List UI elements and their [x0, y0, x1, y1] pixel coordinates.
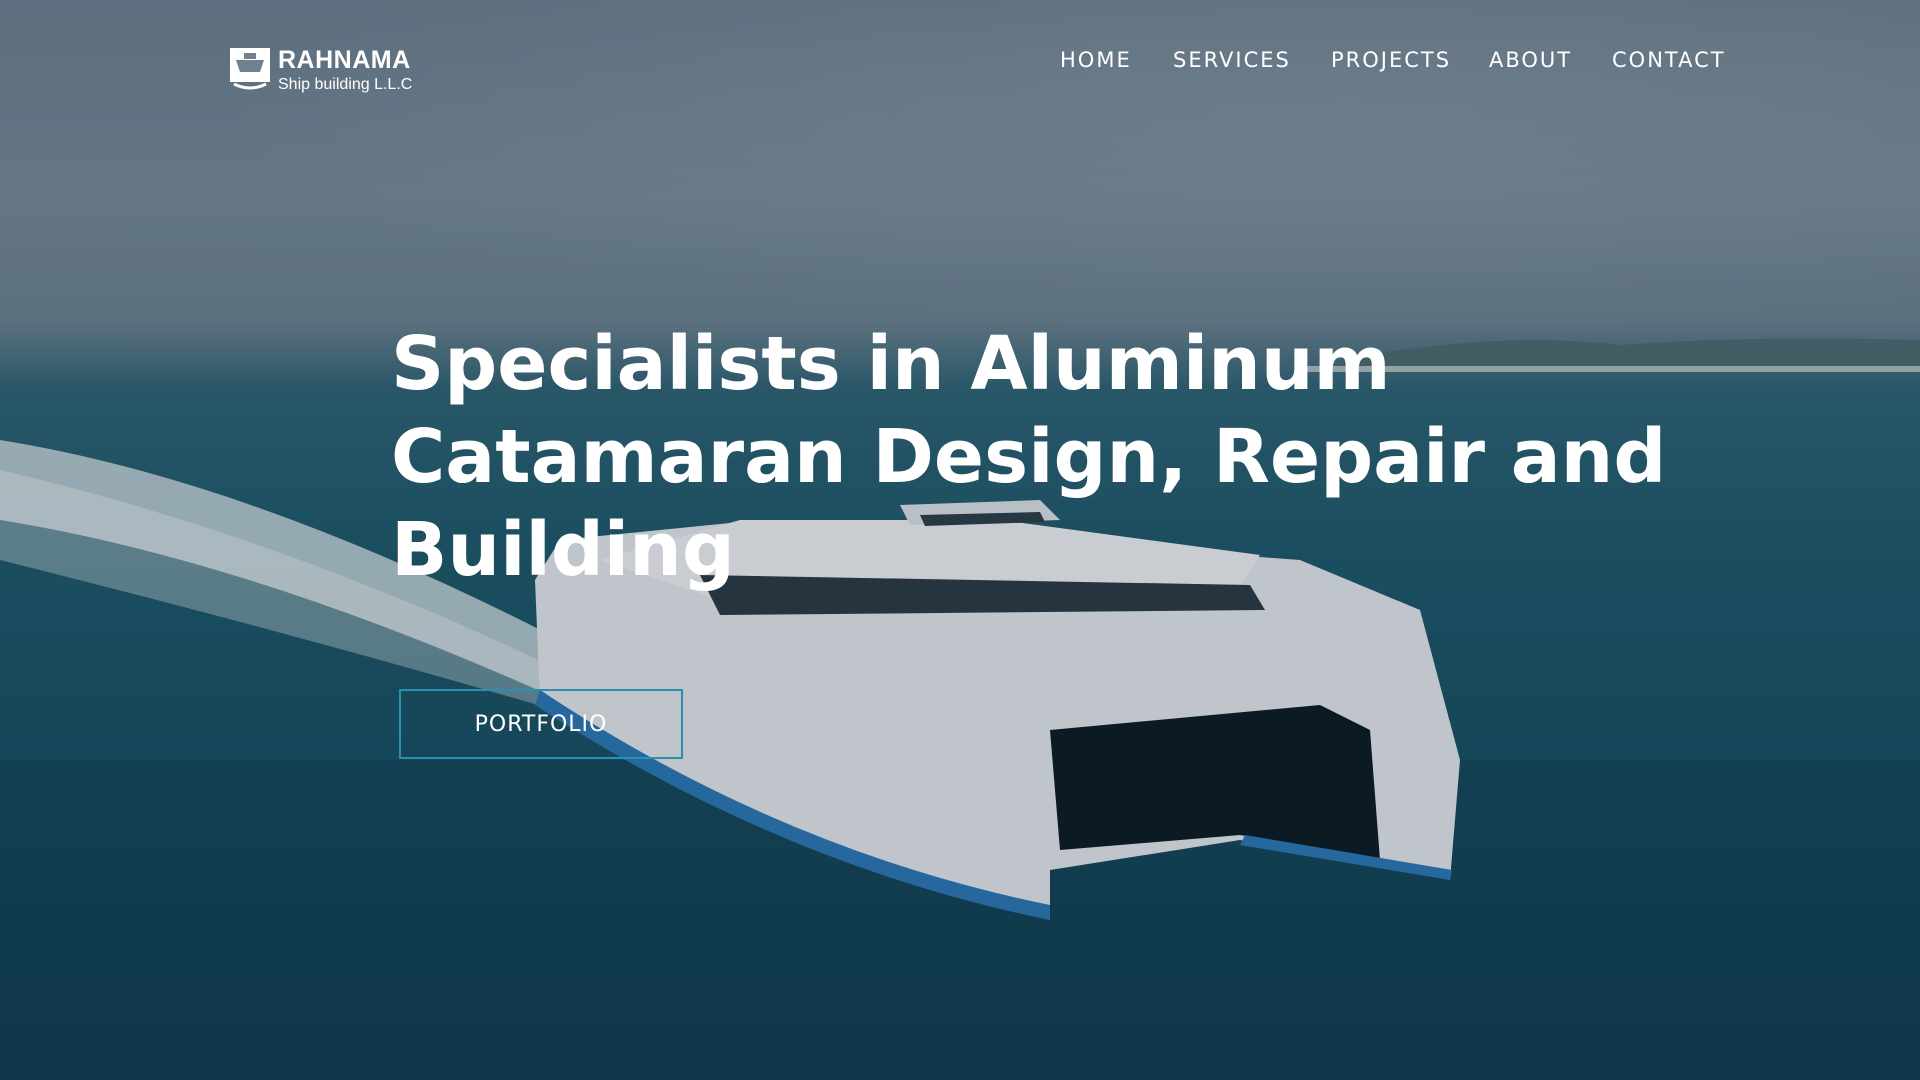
- nav-item-home[interactable]: HOME: [1060, 48, 1132, 72]
- hero-section: RAHNAMA Ship building L.L.C HOME SERVICE…: [0, 0, 1920, 1080]
- nav-item-contact[interactable]: CONTACT: [1612, 48, 1726, 72]
- top-navigation: RAHNAMA Ship building L.L.C HOME SERVICE…: [0, 0, 1920, 130]
- headline-line-2: Catamaran Design, Repair and: [391, 414, 1667, 500]
- headline-line-1: Specialists in Aluminum: [391, 321, 1391, 407]
- brand-subtitle: Ship building L.L.C: [278, 75, 413, 93]
- portfolio-button[interactable]: PORTFOLIO: [399, 689, 683, 759]
- hero-headline: Specialists in Aluminum Catamaran Design…: [391, 318, 1691, 597]
- nav-item-services[interactable]: SERVICES: [1173, 48, 1291, 72]
- nav-item-projects[interactable]: PROJECTS: [1331, 48, 1451, 72]
- nav-menu: HOME SERVICES PROJECTS ABOUT CONTACT: [0, 48, 1920, 78]
- nav-item-about[interactable]: ABOUT: [1489, 48, 1572, 72]
- headline-line-3: Building: [391, 507, 735, 593]
